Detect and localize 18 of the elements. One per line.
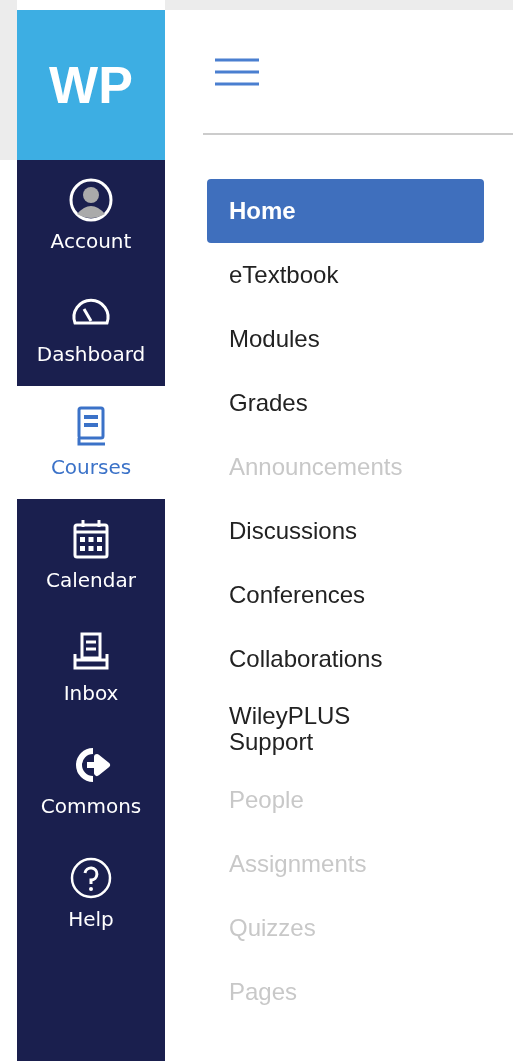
nav-item[interactable]: Dashboard (17, 273, 165, 386)
nav-item[interactable]: Inbox (17, 612, 165, 725)
course-nav-link[interactable]: Home (207, 179, 484, 243)
help-icon (69, 855, 113, 900)
course-nav-link[interactable]: Conferences (207, 563, 484, 627)
course-nav-link[interactable]: Grades (207, 371, 484, 435)
nav-item[interactable]: Commons (17, 725, 165, 838)
course-nav-link[interactable]: Collaborations (207, 627, 484, 691)
menu-icon[interactable] (215, 57, 259, 86)
course-nav-link[interactable]: eTextbook (207, 243, 484, 307)
nav-item[interactable]: Calendar (17, 499, 165, 612)
course-nav-link[interactable]: Modules (207, 307, 484, 371)
nav-item[interactable]: Help (17, 838, 165, 951)
avatar-icon (69, 177, 113, 222)
course-nav-link[interactable]: Discussions (207, 499, 484, 563)
nav-item[interactable]: Courses (17, 386, 165, 499)
course-nav-link[interactable]: WileyPLUS Support (207, 691, 484, 768)
nav-item[interactable]: Account (17, 160, 165, 273)
